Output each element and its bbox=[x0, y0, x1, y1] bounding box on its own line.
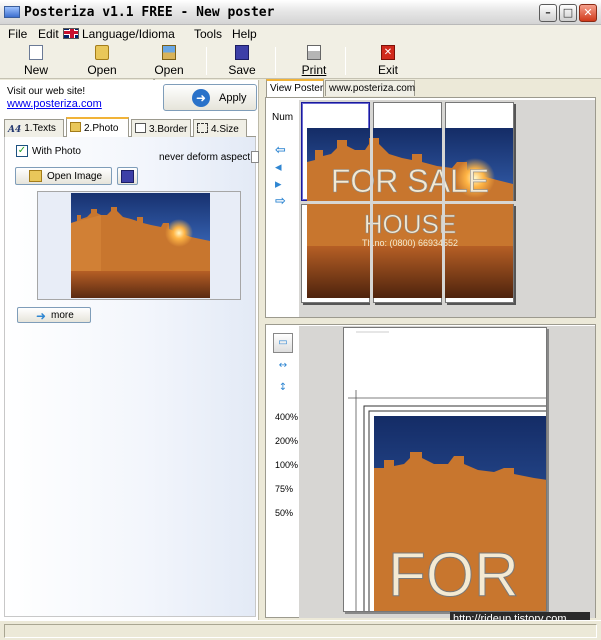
toolbar-separator bbox=[206, 47, 207, 75]
zoom-75[interactable]: 75% bbox=[275, 484, 293, 494]
zoom-100[interactable]: 100% bbox=[275, 460, 298, 470]
page-view-button[interactable]: ▭ bbox=[273, 333, 293, 353]
left-panel: Visit our web site! www.posteriza.com ➜ … bbox=[0, 80, 259, 620]
new-document-icon bbox=[29, 45, 43, 60]
exit-icon: ✕ bbox=[381, 45, 395, 60]
save-label: Save bbox=[228, 63, 256, 77]
tab-photo[interactable]: 2.Photo bbox=[66, 117, 129, 138]
preview-sheet: FOR bbox=[343, 327, 547, 612]
preview-headline: FOR bbox=[388, 541, 519, 610]
photo-icon bbox=[70, 122, 81, 132]
menu-language[interactable]: Language/Idioma bbox=[82, 27, 175, 41]
menu-bar: File Edit Language/Idioma Tools Help bbox=[0, 25, 601, 43]
double-arrow-right-icon[interactable]: ⇨ bbox=[275, 194, 286, 209]
tab-border-label: 3.Border bbox=[149, 124, 188, 135]
arrow-right-icon: ➜ bbox=[192, 89, 210, 107]
arrow-right-icon[interactable]: ▸ bbox=[275, 177, 282, 192]
border-icon bbox=[135, 123, 146, 133]
toolbar: New Open Open Image Save Print ✕ Exit bbox=[0, 43, 601, 91]
uk-flag-icon bbox=[63, 28, 79, 39]
window-title: Posteriza v1.1 FREE - New poster bbox=[24, 5, 275, 20]
exit-button[interactable]: ✕ Exit bbox=[375, 45, 401, 77]
printer-icon bbox=[307, 45, 321, 60]
tab-photo-label: 2.Photo bbox=[84, 123, 119, 134]
open-image-icon bbox=[162, 45, 176, 60]
website-link[interactable]: www.posteriza.com bbox=[7, 98, 102, 110]
visit-text: Visit our web site! bbox=[7, 86, 86, 97]
maximize-button[interactable]: □ bbox=[559, 4, 577, 22]
print-button[interactable]: Print bbox=[300, 45, 328, 77]
poster-image: FOR SALE HOUSE Tlf.no: (0800) 66934552 bbox=[307, 128, 513, 298]
close-button[interactable]: ✕ bbox=[579, 4, 597, 22]
text-icon: A4 bbox=[8, 125, 22, 135]
with-photo-checkbox[interactable]: ✓ bbox=[16, 145, 28, 157]
save-disk-icon bbox=[121, 170, 134, 183]
preview-canvas: FOR bbox=[299, 326, 595, 618]
right-panel: View Poster www.posteriza.com Num ⇦ ◂ ▸ … bbox=[261, 79, 601, 620]
open-label: Open bbox=[87, 63, 117, 77]
toolbar-separator bbox=[345, 47, 346, 75]
photo-tab-panel: ✓ With Photo never deform aspect Open Im… bbox=[4, 137, 259, 617]
menu-tools[interactable]: Tools bbox=[194, 27, 222, 41]
preview-image: FOR bbox=[348, 331, 546, 611]
photo-thumbnail bbox=[71, 193, 210, 298]
tab-texts[interactable]: A4 1.Texts bbox=[4, 119, 64, 137]
apply-label: Apply bbox=[219, 92, 247, 104]
tab-size-label: 4.Size bbox=[211, 124, 239, 135]
arrow-left-icon[interactable]: ◂ bbox=[275, 160, 282, 175]
menu-help[interactable]: Help bbox=[232, 27, 257, 41]
pages-grid: FOR SALE HOUSE Tlf.no: (0800) 66934552 bbox=[299, 100, 595, 317]
open-button[interactable]: Open bbox=[86, 45, 118, 77]
save-disk-icon bbox=[235, 45, 249, 60]
zoom-50[interactable]: 50% bbox=[275, 508, 293, 518]
tab-website[interactable]: www.posteriza.com bbox=[325, 80, 415, 96]
new-button[interactable]: New bbox=[22, 45, 50, 77]
size-icon bbox=[197, 123, 208, 133]
apply-button[interactable]: ➜ Apply bbox=[163, 84, 257, 111]
menu-file[interactable]: File bbox=[8, 27, 27, 41]
open-folder-icon bbox=[95, 45, 109, 60]
tab-size[interactable]: 4.Size bbox=[193, 119, 247, 137]
app-icon bbox=[4, 6, 20, 18]
more-button[interactable]: ➜ more bbox=[17, 307, 91, 323]
toolbar-separator bbox=[275, 47, 276, 75]
poster-headline: FOR SALE bbox=[331, 163, 489, 199]
poster-pages-view: Num ⇦ ◂ ▸ ⇨ FOR SALE HOUSE Tlf.no: (0800… bbox=[265, 97, 596, 318]
with-photo-label: With Photo bbox=[32, 146, 81, 157]
tab-texts-label: 1.Texts bbox=[24, 123, 56, 134]
deform-aspect-label: never deform aspect bbox=[159, 152, 251, 163]
tab-border[interactable]: 3.Border bbox=[131, 119, 191, 137]
arrow-right-icon: ➜ bbox=[36, 309, 47, 323]
save-button[interactable]: Save bbox=[227, 45, 257, 77]
status-field bbox=[4, 624, 597, 638]
page-preview: ▭ ↔ ↕ 400% 200% 100% 75% 50% FOR bbox=[265, 324, 596, 618]
double-arrow-left-icon[interactable]: ⇦ bbox=[275, 143, 286, 158]
exit-label: Exit bbox=[377, 63, 398, 77]
menu-edit[interactable]: Edit bbox=[38, 27, 59, 41]
deform-aspect-checkbox[interactable] bbox=[251, 151, 259, 163]
save-image-button[interactable] bbox=[117, 167, 138, 185]
num-label: Num bbox=[272, 112, 294, 123]
more-label: more bbox=[51, 310, 74, 321]
fit-height-icon[interactable]: ↕ bbox=[273, 379, 293, 399]
open-image-button-panel[interactable]: Open Image bbox=[15, 167, 112, 185]
tile-gap bbox=[370, 100, 373, 317]
open-image-panel-label: Open Image bbox=[47, 171, 103, 182]
tile-gap bbox=[442, 100, 445, 317]
status-bar bbox=[0, 620, 601, 640]
open-image-icon bbox=[29, 170, 42, 182]
tab-view-poster[interactable]: View Poster bbox=[266, 79, 324, 97]
zoom-400[interactable]: 400% bbox=[275, 412, 298, 422]
zoom-200[interactable]: 200% bbox=[275, 436, 298, 446]
minimize-button[interactable]: – bbox=[539, 4, 557, 22]
print-label: Print bbox=[301, 63, 327, 77]
tile-gap bbox=[299, 201, 595, 204]
fit-width-icon[interactable]: ↔ bbox=[273, 357, 293, 377]
settings-tabs: A4 1.Texts 2.Photo 3.Border 4.Size bbox=[4, 117, 256, 138]
photo-thumbnail-frame bbox=[37, 191, 241, 300]
new-label: New bbox=[23, 63, 48, 77]
title-bar: Posteriza v1.1 FREE - New poster – □ ✕ bbox=[0, 0, 601, 25]
